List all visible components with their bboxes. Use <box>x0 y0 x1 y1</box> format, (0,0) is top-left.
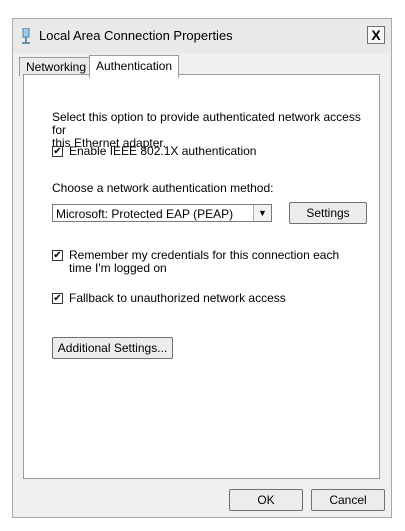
authentication-panel: Select this option to provide authentica… <box>23 74 380 479</box>
auth-method-value: Microsoft: Protected EAP (PEAP) <box>56 207 234 221</box>
remember-credentials-checkbox[interactable]: ✔ <box>52 250 63 261</box>
ok-button[interactable]: OK <box>229 489 303 511</box>
cancel-button[interactable]: Cancel <box>311 489 385 511</box>
properties-dialog: Local Area Connection Properties X Netwo… <box>12 18 392 518</box>
chevron-down-icon[interactable]: ▼ <box>253 205 271 221</box>
settings-button[interactable]: Settings <box>289 202 367 224</box>
dialog-footer: OK Cancel <box>13 481 391 517</box>
checkmark-icon: ✔ <box>53 250 62 261</box>
enable-8021x-label: Enable IEEE 802.1X authentication <box>69 144 257 158</box>
remember-credentials-label-line-2: time I'm logged on <box>69 261 167 275</box>
fallback-checkbox[interactable]: ✔ <box>52 293 63 304</box>
title-bar: Local Area Connection Properties X <box>13 19 391 53</box>
network-adapter-icon <box>22 28 30 44</box>
method-label: Choose a network authentication method: <box>52 181 274 195</box>
auth-method-select[interactable]: Microsoft: Protected EAP (PEAP) ▼ <box>52 204 272 222</box>
window-title: Local Area Connection Properties <box>39 28 233 43</box>
fallback-label: Fallback to unauthorized network access <box>69 291 286 305</box>
checkmark-icon: ✔ <box>53 293 62 304</box>
remember-credentials-label: Remember my credentials for this connect… <box>69 249 339 275</box>
description-line-1: Select this option to provide authentica… <box>52 110 361 137</box>
additional-settings-button[interactable]: Additional Settings... <box>52 337 173 359</box>
tab-authentication[interactable]: Authentication <box>89 55 180 78</box>
close-button[interactable]: X <box>367 26 385 44</box>
checkmark-icon: ✔ <box>53 146 62 157</box>
enable-8021x-checkbox[interactable]: ✔ <box>52 146 63 157</box>
